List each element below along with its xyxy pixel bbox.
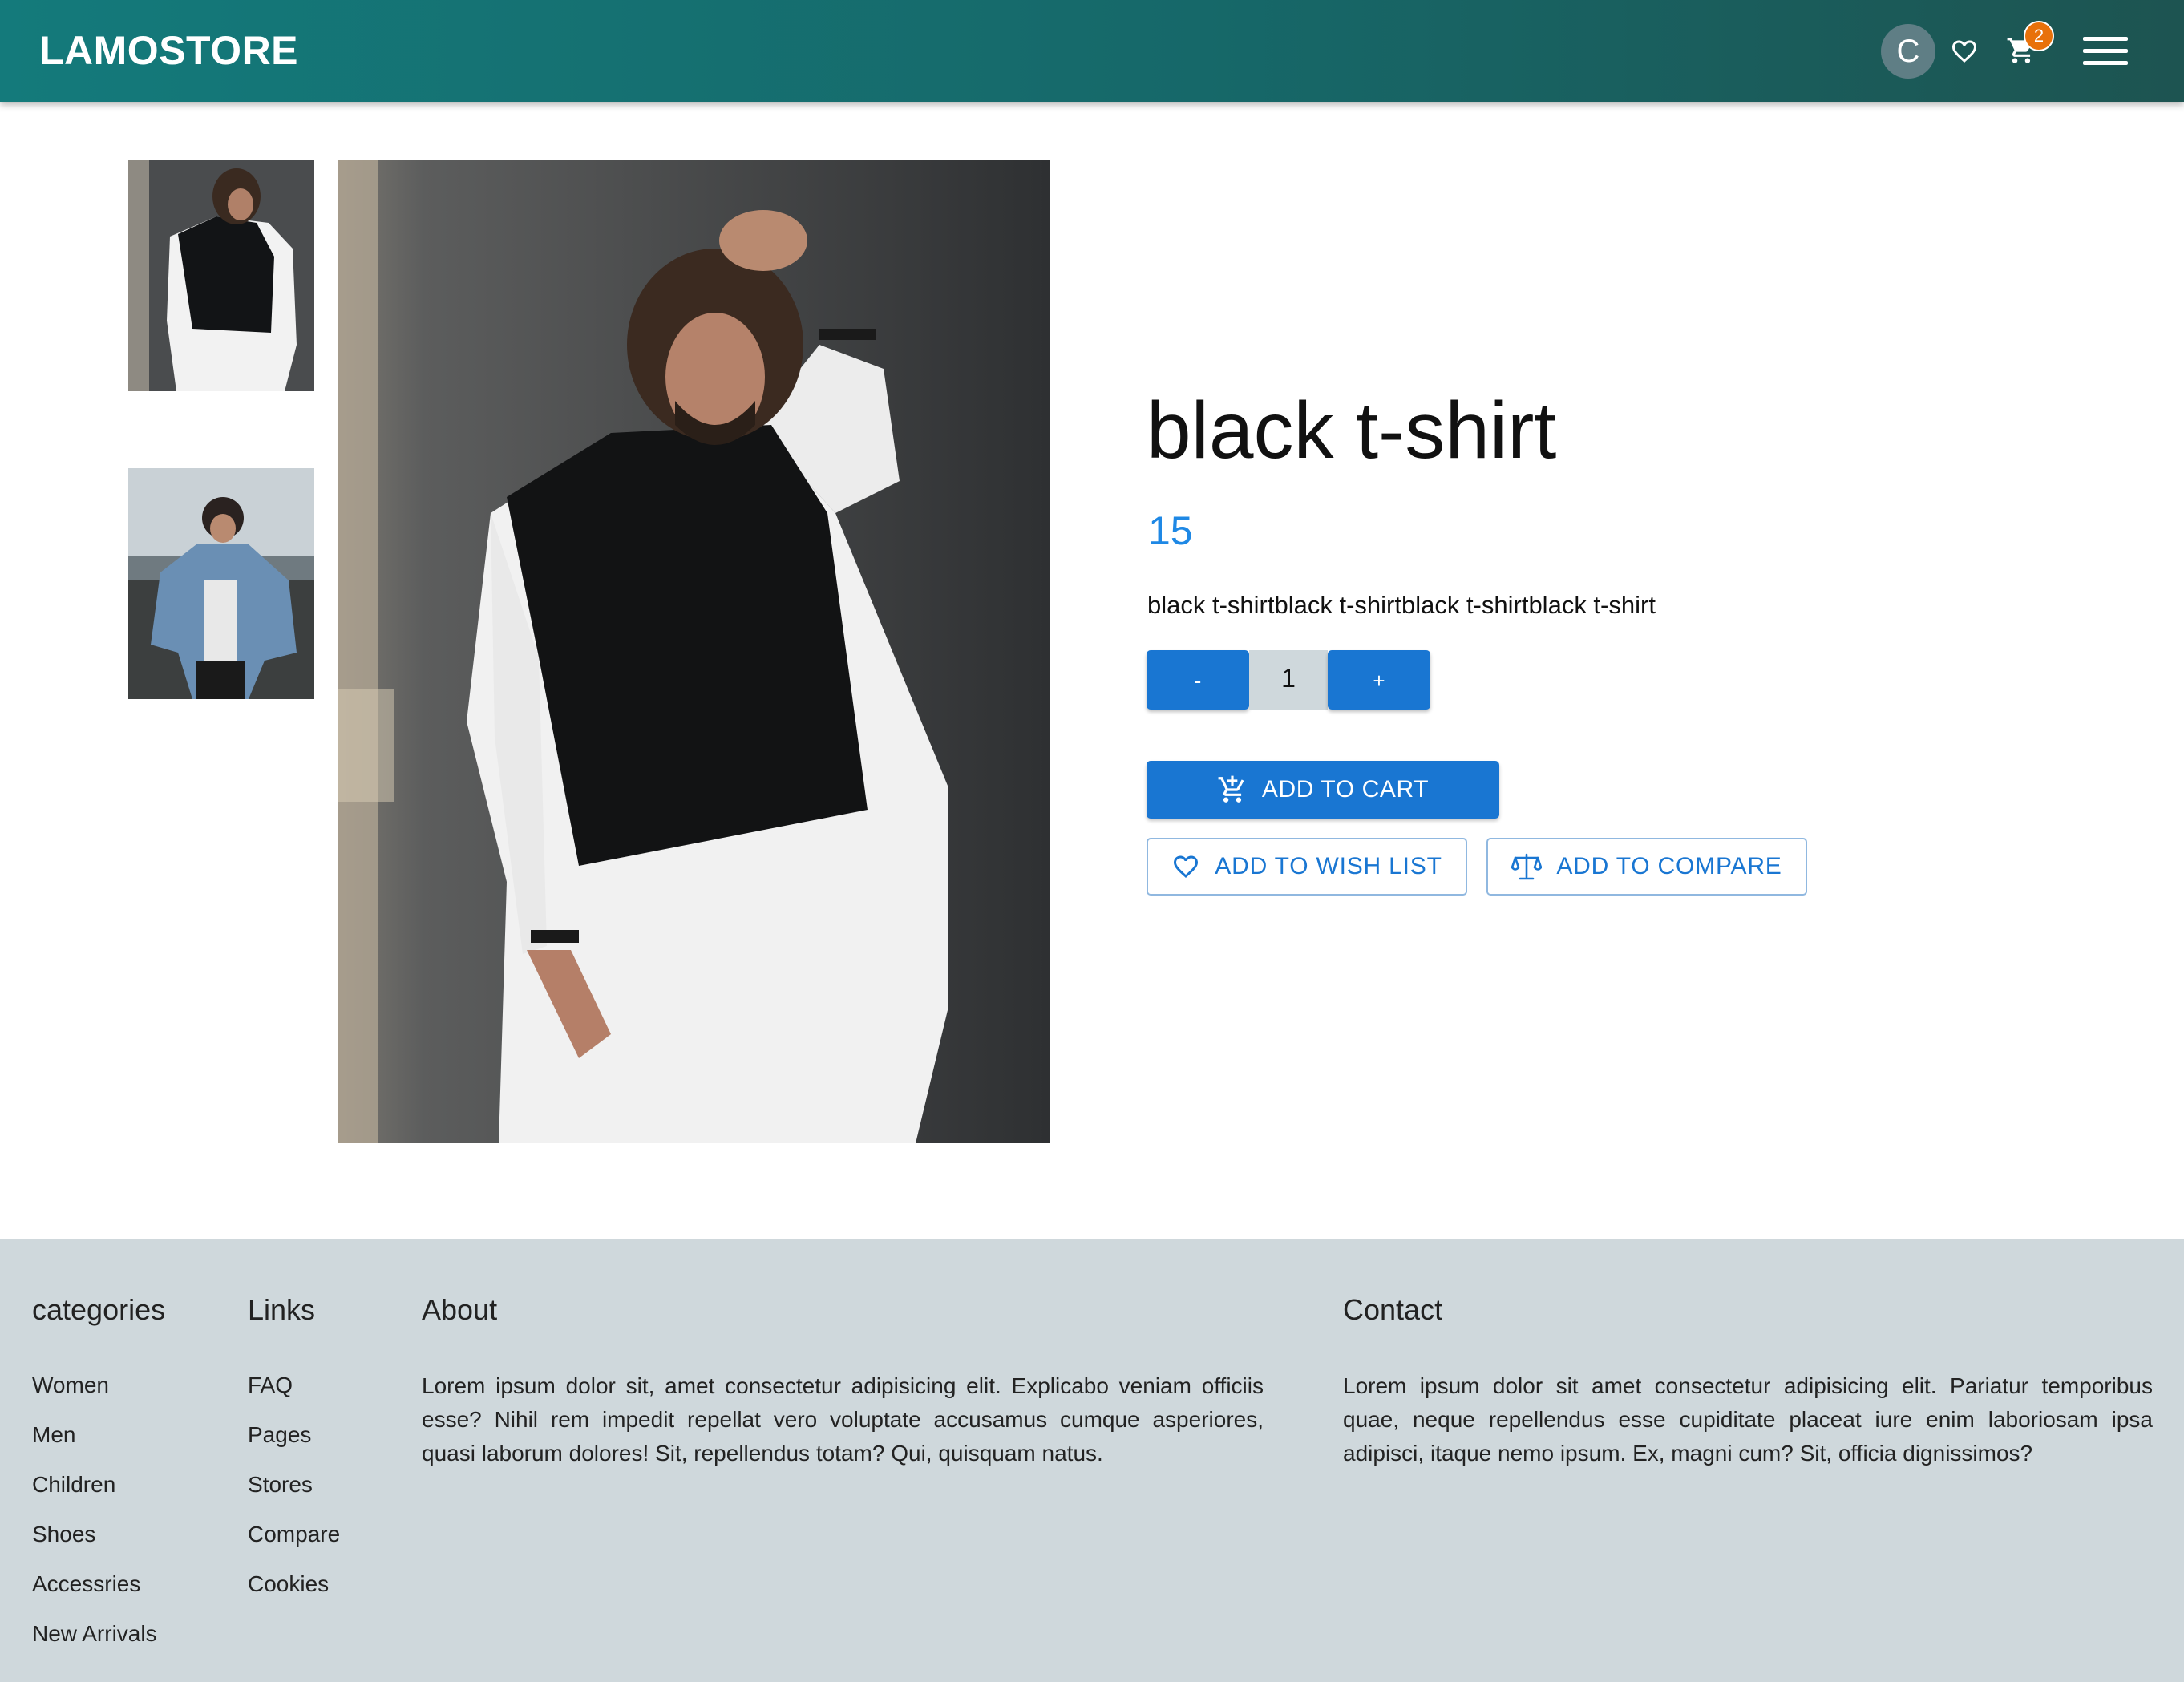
add-to-wishlist-label: ADD TO WISH LIST <box>1215 853 1442 879</box>
heart-outline-icon <box>1174 855 1199 879</box>
footer-link[interactable]: Stores <box>248 1470 340 1520</box>
add-to-wishlist-button[interactable]: ADD TO WISH LIST <box>1147 838 1467 896</box>
footer-contact-text: Lorem ipsum dolor sit amet consectetur a… <box>1343 1373 2153 1466</box>
footer-links-heading: Links <box>248 1293 316 1326</box>
footer-about-text: Lorem ipsum dolor sit, amet consectetur … <box>422 1373 1264 1466</box>
footer-links-list: FAQ Pages Stores Compare Cookies <box>248 1371 340 1619</box>
menu-icon <box>2083 37 2128 65</box>
add-shopping-cart-icon <box>1218 775 1244 803</box>
menu-button[interactable] <box>2083 35 2128 67</box>
user-avatar[interactable]: C <box>1881 24 1935 79</box>
thumbnail-image-denim-jacket <box>128 468 314 699</box>
footer-category-link[interactable]: Shoes <box>32 1520 157 1570</box>
top-app-bar: LAMOSTORE C 2 <box>0 0 2184 102</box>
footer-link[interactable]: Compare <box>248 1520 340 1570</box>
footer-about-heading: About <box>422 1293 498 1326</box>
thumbnail-image-black-shirt <box>128 160 314 391</box>
footer-categories-list: Women Men Children Shoes Accessries New … <box>32 1371 157 1669</box>
product-description: black t-shirtblack t-shirtblack t-shirtb… <box>1147 591 1656 619</box>
heart-icon <box>1952 40 1976 63</box>
add-to-compare-label: ADD TO COMPARE <box>1556 853 1782 879</box>
increase-quantity-button[interactable]: + <box>1328 650 1430 710</box>
balance-scale-icon <box>1511 853 1543 880</box>
add-to-compare-button[interactable]: ADD TO COMPARE <box>1486 838 1807 896</box>
add-to-cart-label: ADD TO CART <box>1261 776 1430 803</box>
footer-category-link[interactable]: Women <box>32 1371 157 1421</box>
main-image-black-shirt <box>338 160 1050 1143</box>
footer-category-link[interactable]: Accessries <box>32 1570 157 1619</box>
cart-count-badge: 2 <box>2024 21 2054 51</box>
footer-link[interactable]: FAQ <box>248 1371 340 1421</box>
decrease-quantity-button[interactable]: - <box>1147 650 1249 710</box>
product-price: 15 <box>1148 508 1193 553</box>
footer-link[interactable]: Pages <box>248 1421 340 1470</box>
footer-link[interactable]: Cookies <box>248 1570 340 1619</box>
footer-contact-heading: Contact <box>1343 1293 1443 1326</box>
product-main-image <box>338 160 1050 1143</box>
product-thumbnail-1[interactable] <box>128 160 314 391</box>
add-to-cart-button[interactable]: ADD TO CART <box>1147 761 1499 819</box>
product-title: black t-shirt <box>1147 386 1557 475</box>
wishlist-header-button[interactable] <box>1950 37 1979 66</box>
product-thumbnail-2[interactable] <box>128 468 314 699</box>
footer-category-link[interactable]: Men <box>32 1421 157 1470</box>
brand-logo[interactable]: LAMOSTORE <box>39 0 298 102</box>
footer-category-link[interactable]: New Arrivals <box>32 1619 157 1669</box>
footer-category-link[interactable]: Children <box>32 1470 157 1520</box>
quantity-value[interactable]: 1 <box>1249 650 1328 710</box>
footer-categories-heading: categories <box>32 1293 166 1326</box>
